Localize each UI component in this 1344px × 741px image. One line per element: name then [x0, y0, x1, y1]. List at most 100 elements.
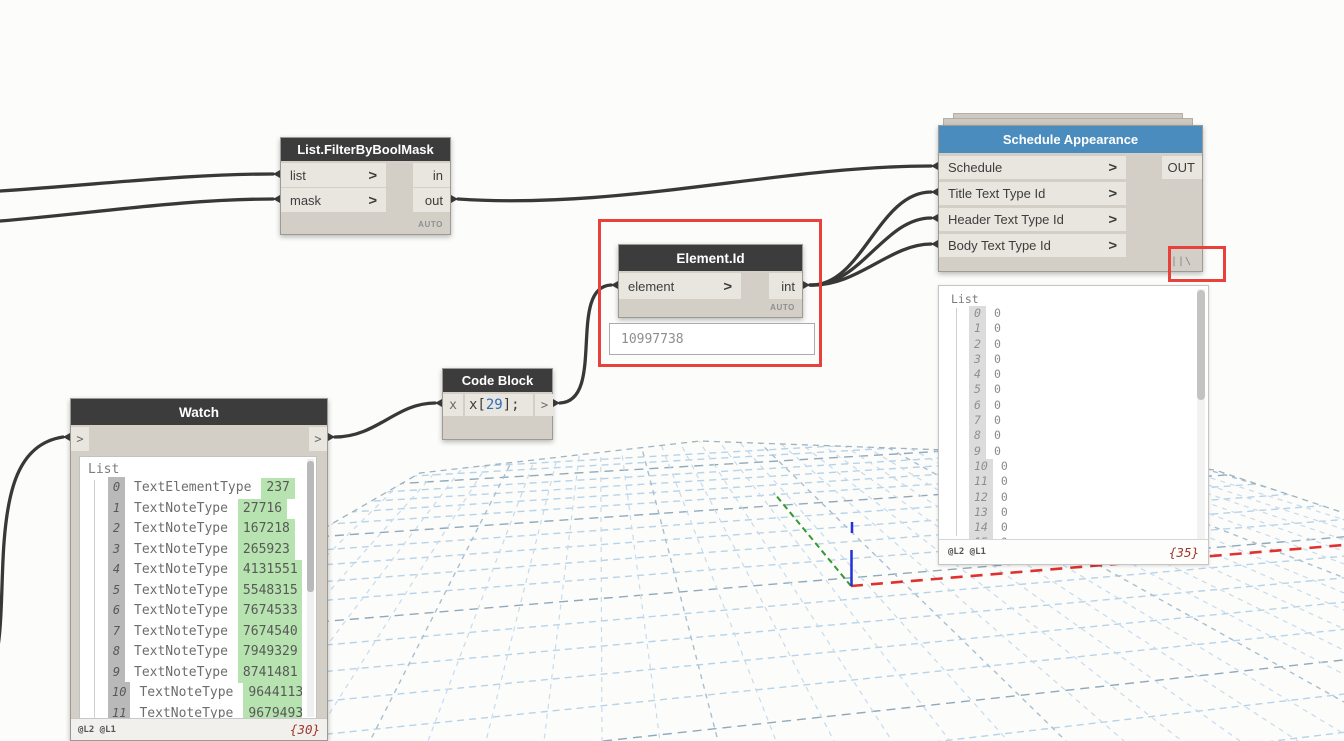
wire-to-filter-mask[interactable]: [0, 197, 275, 223]
wire-nub: [63, 433, 70, 441]
value-badge: 4131551: [237, 560, 302, 581]
input-port-body-text-type-id[interactable]: Body Text Type Id >: [939, 234, 1126, 257]
list-item: 20: [951, 336, 1190, 352]
wire-nub: [451, 195, 458, 203]
value-text: 0: [1000, 489, 1008, 504]
port-label: x: [449, 397, 457, 413]
levels-label[interactable]: @L2 @L1: [78, 725, 116, 735]
value-badge: 9679493: [243, 703, 302, 719]
list-item: 5 TextNoteType 5548315: [88, 579, 302, 601]
list-count-badge: {30}: [289, 722, 320, 737]
port-label: Schedule: [948, 160, 1003, 175]
node-title[interactable]: List.FilterByBoolMask: [281, 138, 450, 161]
index-badge: 6: [108, 600, 125, 621]
list-item: 6 TextNoteType 7674533: [88, 600, 302, 622]
wire-int-to-title[interactable]: [808, 190, 933, 287]
port-label: in: [432, 167, 443, 183]
value-badge: 9644113: [243, 683, 302, 704]
index-badge: 10: [108, 682, 131, 703]
list-item: 14 0: [951, 520, 1190, 536]
index-badge: 2: [108, 518, 125, 539]
port-label: OUT: [1167, 160, 1195, 175]
lacing-auto-label[interactable]: AUTO: [418, 220, 443, 229]
wire-to-filter-list[interactable]: [0, 172, 275, 193]
node-title[interactable]: Schedule Appearance: [939, 126, 1202, 153]
output-port-in[interactable]: in: [413, 163, 450, 187]
node-schedule-appearance[interactable]: Schedule Appearance Schedule > Title Tex…: [938, 125, 1203, 272]
value-text: 0: [993, 428, 1001, 443]
wire-filter-out-to-schedule[interactable]: [456, 164, 933, 203]
input-port-list[interactable]: list >: [281, 163, 386, 187]
watch-input-port[interactable]: >: [71, 427, 89, 451]
list-item: 10: [951, 321, 1190, 337]
wire-into-watch[interactable]: [0, 435, 65, 668]
output-port[interactable]: >: [535, 394, 554, 416]
dynamo-workspace-canvas[interactable]: List.FilterByBoolMask list > mask > in o…: [0, 0, 1344, 741]
wire-watch-to-codeblock[interactable]: [333, 401, 437, 439]
watch-scrollbar-thumb[interactable]: [307, 461, 314, 592]
port-label: Title Text Type Id: [948, 186, 1046, 201]
list-item: 9 TextNoteType 8741481: [88, 661, 302, 683]
value-text: 0: [993, 413, 1001, 428]
code-text: x[29];: [469, 397, 520, 413]
chevron-right-icon: >: [368, 192, 378, 208]
schedule-preview-bubble[interactable]: List 0 0 1 0 2 0 3 0 4 0 5 0 6 0 7 0 8 0 9 0 10 0 11 0 12 0 13 0 14 0…: [938, 285, 1209, 565]
list-item: 8 TextNoteType 7949329: [88, 641, 302, 663]
port-label: >: [76, 432, 84, 446]
type-label: TextNoteType: [134, 521, 228, 536]
node-title[interactable]: Watch: [71, 399, 327, 425]
wire-int-to-body[interactable]: [808, 242, 933, 287]
port-label: Body Text Type Id: [948, 238, 1051, 253]
output-port-out[interactable]: out: [413, 188, 450, 212]
type-label: TextNoteType: [139, 685, 234, 700]
list-item: 00: [951, 306, 1190, 322]
chevron-right-icon: >: [1108, 211, 1118, 228]
input-port-schedule[interactable]: Schedule >: [939, 156, 1126, 179]
output-port-out[interactable]: OUT: [1162, 156, 1202, 179]
list-item: 13 0: [951, 504, 1190, 521]
type-label: TextNoteType: [134, 500, 228, 516]
node-title[interactable]: Code Block: [443, 369, 552, 392]
value-text: 0: [993, 443, 1001, 458]
input-port-mask[interactable]: mask >: [281, 188, 386, 212]
type-label: TextNoteType: [134, 644, 228, 659]
value-text: 0: [1000, 520, 1008, 535]
input-port-x[interactable]: x: [443, 394, 463, 416]
watch-list-panel: List 0 TextElementType 237 1 TextNoteType 277…: [79, 456, 317, 720]
node-list-filterbyboolmask[interactable]: List.FilterByBoolMask list > mask > in o…: [280, 137, 451, 235]
list-item: 12 0: [951, 489, 1190, 505]
levels-label[interactable]: @L2 @L1: [948, 547, 986, 557]
input-port-title-text-type-id[interactable]: Title Text Type Id >: [939, 182, 1126, 205]
index-badge: 11: [969, 474, 993, 490]
type-label: TextNoteType: [134, 541, 228, 557]
list-item: 10 0: [951, 458, 1190, 475]
node-code-block[interactable]: Code Block x x[29]; >: [442, 368, 554, 440]
value-text: 0: [1000, 504, 1008, 519]
input-port-header-text-type-id[interactable]: Header Text Type Id >: [939, 208, 1126, 231]
type-label: TextNoteType: [134, 664, 228, 680]
list-guide-line: [956, 308, 957, 536]
wire-int-to-header[interactable]: [808, 216, 933, 287]
port-label: out: [424, 192, 443, 208]
preview-scrollbar-thumb[interactable]: [1197, 290, 1205, 400]
watch-output-port[interactable]: >: [309, 427, 327, 451]
value-text: 0: [993, 367, 1001, 382]
port-label: mask: [290, 192, 322, 208]
index-badge: 8: [969, 428, 986, 444]
value-badge: 237: [261, 478, 295, 499]
type-label: TextNoteType: [134, 582, 228, 598]
value-badge: 5548315: [237, 580, 302, 601]
type-label: TextElementType: [134, 480, 252, 495]
list-item: 2 TextNoteType 167218: [88, 518, 302, 540]
list-item: 40: [951, 367, 1190, 383]
wire-nub: [273, 170, 280, 178]
node-watch[interactable]: Watch > > List 0 TextElementType 237 1 TextN…: [70, 398, 328, 741]
value-text: 0: [993, 306, 1001, 320]
index-badge: 10: [969, 458, 993, 475]
list-item: 50: [951, 382, 1190, 398]
value-badge: 7949329: [237, 642, 302, 663]
index-badge: 11: [108, 702, 131, 719]
list-item: 70: [951, 413, 1190, 429]
index-badge: 5: [108, 579, 125, 600]
code-block-code-area[interactable]: x[29];: [465, 394, 533, 416]
